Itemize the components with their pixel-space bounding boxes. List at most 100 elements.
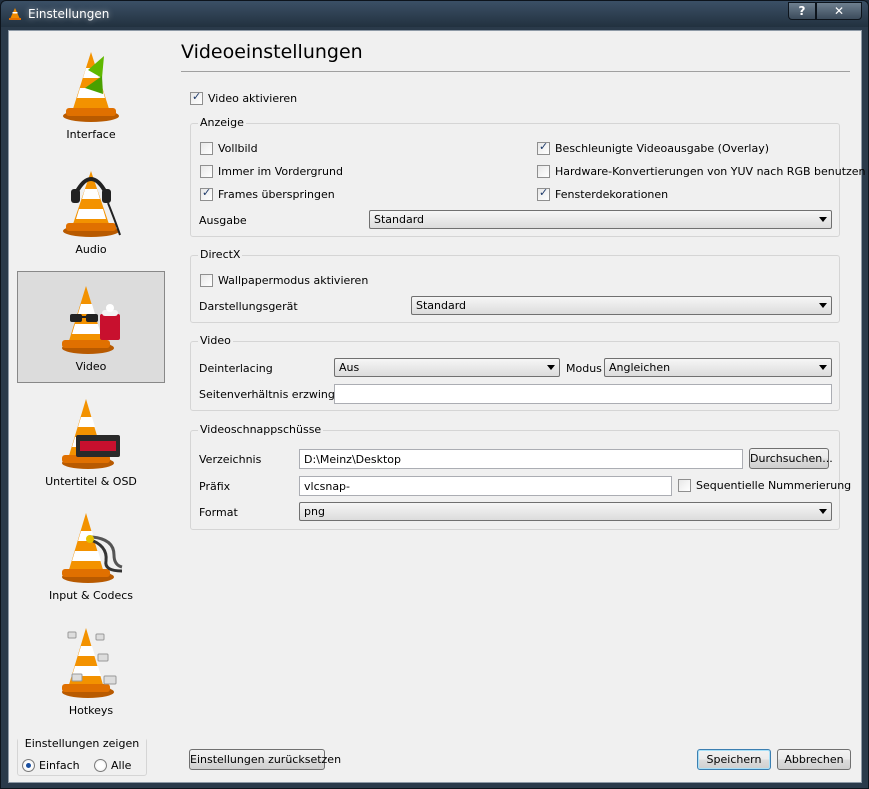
device-label: Darstellungsgerät (199, 300, 298, 313)
simple-radio[interactable] (22, 759, 35, 772)
wallpaper-label: Wallpapermodus aktivieren (218, 274, 369, 287)
show-simple-option[interactable]: Einfach (22, 759, 80, 772)
show-all-option[interactable]: Alle (94, 759, 131, 772)
title-bar[interactable]: Einstellungen ? ✕ (1, 1, 868, 27)
sidebar-item-label: Input & Codecs (49, 589, 133, 602)
enable-video-label: Video aktivieren (208, 92, 298, 105)
video-settings-panel: Videoeinstellungen Video aktivieren Anze… (181, 31, 866, 781)
device-select[interactable]: Standard (411, 296, 832, 315)
all-radio[interactable] (94, 759, 107, 772)
preferences-window: Einstellungen ? ✕ Interface Audio Video … (0, 0, 869, 789)
show-settings-title: Einstellungen zeigen (18, 737, 146, 750)
prefix-input[interactable]: vlcsnap- (299, 476, 672, 496)
chevron-down-icon (819, 303, 827, 308)
browse-button[interactable]: Durchsuchen... (749, 448, 833, 469)
vlc-cone-keyboard-icon (62, 628, 117, 698)
directory-value: D:\Meinz\Desktop (304, 453, 402, 466)
always-on-top-checkbox[interactable] (200, 165, 213, 178)
sidebar-item-video[interactable]: Video (17, 271, 165, 383)
aspect-ratio-input[interactable] (334, 384, 832, 404)
enable-video-option[interactable]: Video aktivieren (190, 90, 298, 105)
sequential-numbering-label: Sequentielle Nummerierung (696, 479, 852, 492)
output-select[interactable]: Standard (369, 210, 832, 229)
sidebar-item-label: Untertitel & OSD (45, 475, 137, 488)
vlc-cone-headphones-icon (63, 171, 121, 237)
all-radio-label: Alle (111, 759, 132, 772)
show-settings-group: Einstellungen zeigen Einfach Alle (17, 737, 147, 776)
directx-group-title: DirectX (198, 248, 243, 261)
sidebar-item-subtitles-osd[interactable]: Untertitel & OSD (17, 386, 165, 498)
help-button[interactable]: ? (788, 2, 816, 20)
yuv-rgb-checkbox[interactable] (537, 165, 550, 178)
close-button[interactable]: ✕ (816, 2, 862, 20)
always-on-top-label: Immer im Vordergrund (218, 165, 343, 178)
wallpaper-option[interactable]: Wallpapermodus aktivieren (200, 274, 368, 287)
skip-frames-checkbox[interactable] (200, 186, 213, 201)
save-button[interactable]: Speichern (697, 749, 771, 770)
page-title: Videoeinstellungen (181, 41, 363, 63)
overlay-label: Beschleunigte Videoausgabe (Overlay) (555, 142, 770, 155)
vlc-app-icon (9, 8, 21, 20)
dialog-client-area: Interface Audio Video Untertitel & OSD I… (8, 30, 866, 783)
overlay-checkbox[interactable] (537, 140, 550, 155)
deinterlacing-select[interactable]: Aus (334, 358, 560, 377)
title-divider (181, 71, 850, 72)
window-decorations-label: Fensterdekorationen (555, 188, 669, 201)
sidebar-item-input-codecs[interactable]: Input & Codecs (17, 500, 165, 612)
vlc-cone-icon (63, 52, 119, 122)
mode-select[interactable]: Angleichen (604, 358, 832, 377)
window-decorations-checkbox[interactable] (537, 186, 550, 201)
reset-settings-button[interactable]: Einstellungen zurücksetzen (189, 749, 341, 770)
prefix-label: Präfix (199, 480, 231, 493)
format-select[interactable]: png (299, 502, 832, 521)
sidebar-item-interface[interactable]: Interface (17, 39, 165, 151)
sidebar-item-audio[interactable]: Audio (17, 154, 165, 266)
mode-select-value: Angleichen (609, 361, 671, 374)
sidebar-item-label: Interface (66, 128, 116, 141)
always-on-top-option[interactable]: Immer im Vordergrund (200, 165, 343, 178)
directory-label: Verzeichnis (199, 453, 262, 466)
video-group-title: Video (198, 334, 233, 347)
snapshots-group-title: Videoschnappschüsse (198, 423, 324, 436)
vlc-cone-subtitles-icon (62, 399, 120, 469)
snapshots-group: Videoschnappschüsse Verzeichnis D:\Meinz… (190, 423, 851, 530)
mode-label: Modus (566, 362, 602, 375)
display-group: Anzeige Vollbild Immer im Vordergrund Fr… (190, 116, 866, 237)
device-select-value: Standard (416, 299, 467, 312)
enable-video-checkbox[interactable] (190, 90, 203, 105)
format-label: Format (199, 506, 238, 519)
deinterlacing-label: Deinterlacing (199, 362, 273, 375)
fullscreen-label: Vollbild (218, 142, 258, 155)
simple-radio-label: Einfach (39, 759, 80, 772)
prefix-value: vlcsnap- (304, 480, 351, 493)
directx-group: DirectX Wallpapermodus aktivieren Darste… (190, 248, 840, 323)
chevron-down-icon (547, 365, 555, 370)
format-select-value: png (304, 505, 325, 518)
directory-input[interactable]: D:\Meinz\Desktop (299, 449, 743, 469)
category-sidebar: Interface Audio Video Untertitel & OSD I… (15, 39, 165, 729)
window-title: Einstellungen (28, 7, 110, 21)
wallpaper-checkbox[interactable] (200, 274, 213, 287)
window-decorations-option[interactable]: Fensterdekorationen (537, 186, 669, 201)
overlay-option[interactable]: Beschleunigte Videoausgabe (Overlay) (537, 140, 770, 155)
cancel-button[interactable]: Abbrechen (777, 749, 851, 770)
deinterlacing-select-value: Aus (339, 361, 360, 374)
skip-frames-option[interactable]: Frames überspringen (200, 186, 335, 201)
chevron-down-icon (819, 217, 827, 222)
sequential-numbering-checkbox[interactable] (678, 479, 691, 492)
chevron-down-icon (819, 365, 827, 370)
fullscreen-option[interactable]: Vollbild (200, 142, 258, 155)
vlc-cone-cables-icon (62, 513, 123, 583)
yuv-rgb-option[interactable]: Hardware-Konvertierungen von YUV nach RG… (537, 165, 866, 178)
output-select-value: Standard (374, 213, 425, 226)
sidebar-item-hotkeys[interactable]: Hotkeys (17, 615, 165, 727)
yuv-rgb-label: Hardware-Konvertierungen von YUV nach RG… (555, 165, 866, 178)
chevron-down-icon (819, 509, 827, 514)
sidebar-item-label: Hotkeys (68, 704, 114, 717)
sequential-numbering-option[interactable]: Sequentielle Nummerierung (678, 479, 851, 492)
video-group: Video Deinterlacing Aus Modus Angleichen… (190, 334, 840, 411)
fullscreen-checkbox[interactable] (200, 142, 213, 155)
display-group-title: Anzeige (198, 116, 246, 129)
sidebar-item-label: Video (75, 360, 107, 373)
vlc-cone-glasses-icon (62, 286, 120, 354)
